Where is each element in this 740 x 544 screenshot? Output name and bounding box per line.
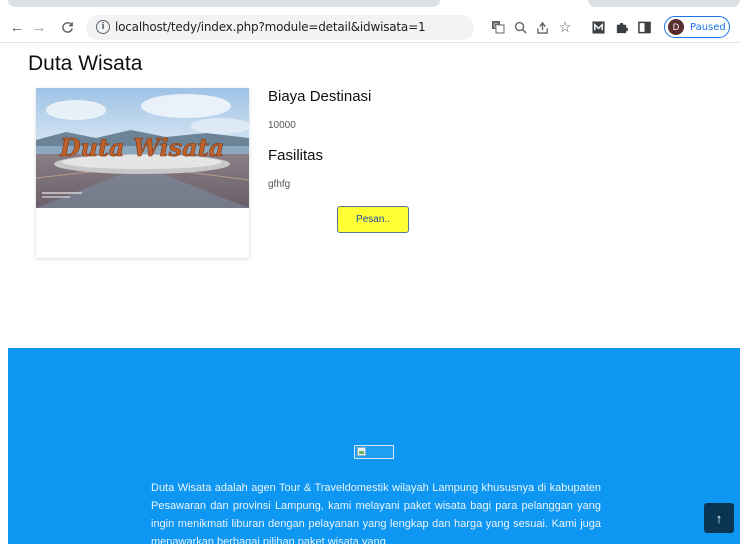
zoom-icon[interactable] <box>510 17 530 37</box>
biaya-value: 10000 <box>268 120 296 131</box>
footer: Duta Wisata adalah agen Tour & Traveldom… <box>8 348 740 544</box>
url-text[interactable]: localhost/tedy/index.php?module=detail&i… <box>115 20 426 34</box>
fasilitas-value: gfhfg <box>268 179 291 190</box>
avatar: D <box>668 19 684 35</box>
tab-background[interactable] <box>8 0 440 7</box>
footer-description: Duta Wisata adalah agen Tour & Traveldom… <box>151 482 601 544</box>
address-bar[interactable]: i localhost/tedy/index.php?module=detail… <box>86 15 474 40</box>
star-icon[interactable]: ☆ <box>555 17 575 37</box>
footer-logo-image <box>354 445 394 459</box>
translate-icon[interactable]: G <box>488 17 508 37</box>
profile-status: Paused <box>690 21 726 33</box>
svg-text:G: G <box>494 24 499 30</box>
image-caption: Duta Wisata <box>59 133 225 162</box>
destination-card: Duta Wisata <box>36 88 249 258</box>
puzzle-icon[interactable] <box>611 17 631 37</box>
broken-image-icon <box>357 447 366 456</box>
destination-image: Duta Wisata <box>36 88 249 208</box>
share-icon[interactable] <box>532 17 552 37</box>
info-icon[interactable]: i <box>96 20 110 34</box>
page-title: Duta Wisata <box>28 52 143 75</box>
biaya-heading: Biaya Destinasi <box>268 88 372 105</box>
tab-background-right[interactable] <box>588 0 740 7</box>
order-button[interactable]: Pesan.. <box>337 206 409 233</box>
reload-icon[interactable] <box>56 16 78 38</box>
fasilitas-heading: Fasilitas <box>268 147 324 164</box>
profile-button[interactable]: D Paused <box>664 16 730 38</box>
forward-arrow-icon[interactable]: → <box>28 16 50 38</box>
side-panel-icon[interactable] <box>634 17 654 37</box>
arrow-up-icon[interactable]: ↑ <box>704 503 734 533</box>
extension-m-icon[interactable] <box>588 17 608 37</box>
tab-strip <box>0 0 740 12</box>
back-arrow-icon[interactable]: ← <box>6 16 28 38</box>
browser-toolbar: ← → i localhost/tedy/index.php?module=de… <box>0 12 740 43</box>
